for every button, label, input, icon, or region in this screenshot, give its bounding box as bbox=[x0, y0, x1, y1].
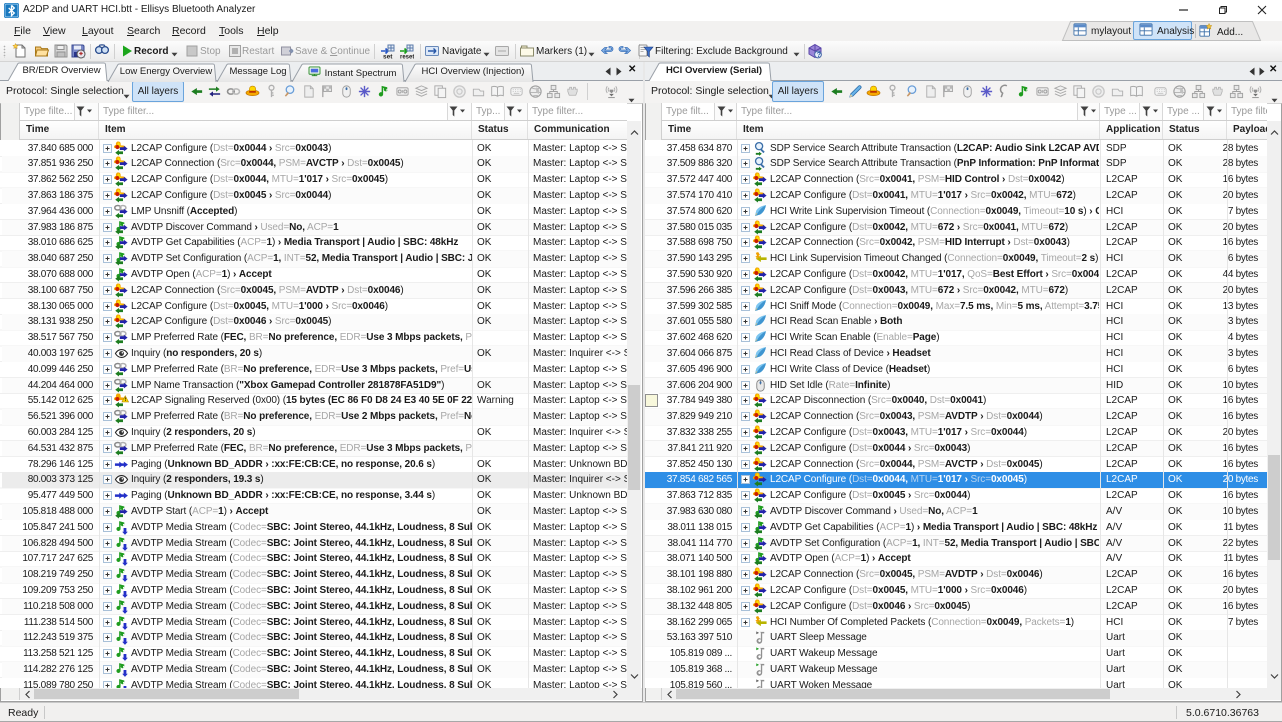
svg-text:set: set bbox=[383, 54, 393, 60]
svg-text:reset: reset bbox=[400, 55, 414, 60]
svg-text:?: ? bbox=[817, 52, 821, 59]
